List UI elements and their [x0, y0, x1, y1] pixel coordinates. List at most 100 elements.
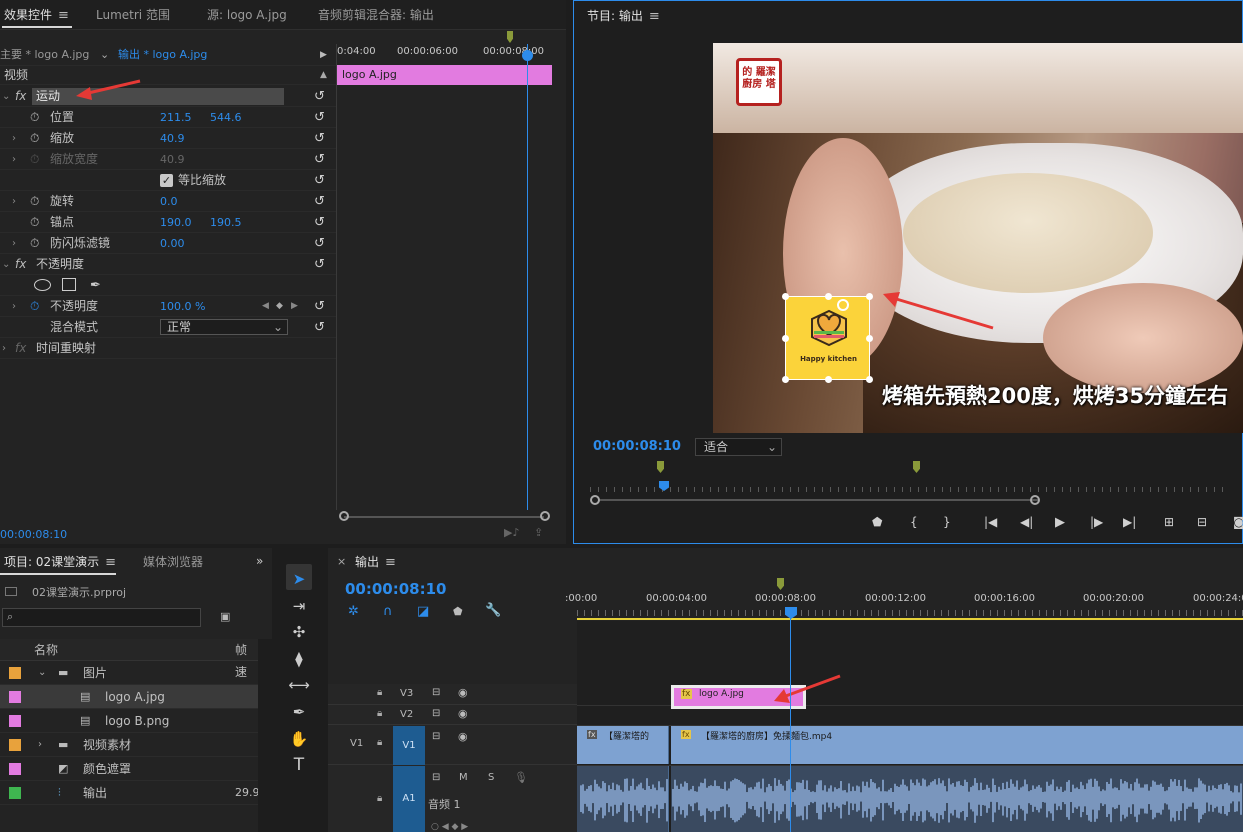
video-clip-2[interactable]: fx 【羅潔塔的廚房】免揉麵包.mp4 — [671, 726, 1243, 764]
step-back-icon[interactable]: ◀| — [1020, 515, 1033, 529]
nest-icon[interactable]: ✲ — [348, 604, 359, 619]
resize-handle[interactable] — [866, 335, 873, 342]
expand-right-icon[interactable]: › — [12, 128, 16, 149]
expand-down-icon[interactable]: ⌄ — [38, 661, 46, 685]
mini-playhead-handle[interactable] — [522, 50, 533, 61]
add-keyframe-icon[interactable]: ◆ — [276, 296, 283, 317]
selection-tool-icon[interactable]: ➤ — [286, 568, 312, 590]
sync-lock-icon[interactable]: ⊟ — [432, 772, 440, 783]
add-marker-icon[interactable]: ⬟ — [872, 515, 882, 529]
tab-sequence[interactable]: 输出 ≡ — [355, 548, 396, 576]
video-clip-1[interactable]: fx 【羅潔塔的 — [577, 726, 669, 764]
keyframe-nav-icon[interactable]: ○ ◀ ◆ ▶ — [431, 822, 468, 832]
tab-lumetri[interactable]: Lumetri 范围 — [96, 0, 170, 30]
tab-source[interactable]: 源: logo A.jpg — [207, 0, 287, 30]
stopwatch-icon[interactable]: ⏱ — [30, 296, 39, 317]
timeline-timecode[interactable]: 00:00:08:10 — [345, 580, 447, 598]
pen-mask-icon[interactable]: ✒ — [90, 275, 101, 296]
reset-icon[interactable]: ↺ — [314, 107, 325, 128]
reset-icon[interactable]: ↺ — [314, 128, 325, 149]
more-panels-icon[interactable]: » — [256, 554, 263, 568]
sync-lock-icon[interactable]: ⊟ — [432, 687, 440, 698]
tab-media-browser[interactable]: 媒体浏览器 — [143, 548, 203, 576]
bin-icon[interactable]: ▣ — [220, 610, 230, 623]
stopwatch-icon[interactable]: ⏱ — [30, 212, 39, 233]
stopwatch-icon[interactable]: ⏱ — [30, 233, 39, 254]
ellipse-mask-icon[interactable] — [34, 279, 51, 291]
lock-icon[interactable]: 🔒︎ — [377, 708, 382, 719]
microphone-icon[interactable]: 🎙︎ — [514, 771, 528, 784]
resize-handle[interactable] — [866, 376, 873, 383]
chevron-down-icon[interactable]: ⌄ — [100, 44, 109, 66]
source-patch-v1[interactable]: V1 — [350, 738, 363, 749]
col-name[interactable]: 名称 — [34, 639, 58, 661]
snap-icon[interactable]: ∩ — [383, 604, 393, 619]
resize-handle[interactable] — [782, 376, 789, 383]
resize-handle[interactable] — [825, 376, 832, 383]
linked-selection-icon[interactable]: ◪ — [417, 604, 429, 619]
expand-right-icon[interactable]: › — [38, 733, 42, 757]
expand-down-icon[interactable]: ⌄ — [2, 254, 10, 275]
project-item[interactable]: ◩ 颜色遮罩 — [0, 757, 258, 781]
marker-icon[interactable] — [507, 31, 513, 43]
mark-out-icon[interactable]: } — [943, 515, 951, 529]
anchor-x-value[interactable]: 190.0 — [160, 212, 192, 233]
timeline-ruler[interactable]: :00:00 00:00:04:00 00:00:08:00 00:00:12:… — [565, 588, 1243, 620]
pen-tool-icon[interactable]: ✒ — [286, 701, 312, 723]
label-color-swatch[interactable] — [9, 715, 21, 727]
project-item[interactable]: ▤ logo A.jpg — [0, 685, 258, 709]
project-item[interactable]: ▤ logo B.png — [0, 709, 258, 733]
program-scrub-bar[interactable] — [590, 461, 1230, 507]
mini-scrollbar[interactable] — [337, 511, 552, 523]
blend-mode-select[interactable]: 正常 ⌄ — [160, 319, 288, 335]
mini-playhead[interactable] — [527, 44, 528, 510]
fx-icon[interactable]: fx — [15, 254, 26, 275]
track-label-v2[interactable]: V2 — [400, 709, 413, 720]
anchor-y-value[interactable]: 190.5 — [210, 212, 242, 233]
marker-icon[interactable] — [913, 461, 920, 473]
time-remap-row[interactable]: › fx 时间重映射 — [0, 338, 336, 359]
label-color-swatch[interactable] — [9, 691, 21, 703]
step-forward-icon[interactable]: |▶ — [1090, 515, 1103, 529]
camera-icon[interactable]: ◙ — [1233, 515, 1243, 529]
track-label-a1[interactable]: A1 — [393, 766, 425, 832]
hand-tool-icon[interactable]: ✋ — [286, 728, 312, 750]
expand-down-icon[interactable]: ⌄ — [2, 86, 10, 107]
stopwatch-icon[interactable]: ⏱ — [30, 128, 39, 149]
lock-icon[interactable]: 🔒︎ — [377, 687, 382, 698]
resize-handle[interactable] — [782, 335, 789, 342]
position-y-value[interactable]: 544.6 — [210, 107, 242, 128]
position-x-value[interactable]: 211.5 — [160, 107, 192, 128]
play-triangle-icon[interactable]: ▶ — [320, 44, 327, 66]
reset-icon[interactable]: ↺ — [314, 317, 325, 338]
menu-icon[interactable]: ≡ — [385, 549, 396, 577]
close-icon[interactable]: × — [337, 555, 346, 568]
stopwatch-icon[interactable]: ⏱ — [30, 107, 39, 128]
track-label-v3[interactable]: V3 — [400, 688, 413, 699]
zoom-handle-right[interactable] — [1030, 495, 1040, 505]
solo-button[interactable]: S — [488, 772, 494, 783]
collapse-up-icon[interactable]: ▲ — [320, 65, 327, 85]
track-label-v1[interactable]: V1 — [393, 726, 425, 765]
label-color-swatch[interactable] — [9, 763, 21, 775]
eye-icon[interactable]: ◉ — [458, 730, 468, 743]
tab-audio-mixer[interactable]: 音频剪辑混合器: 输出 — [318, 0, 434, 30]
sync-lock-icon[interactable]: ⊟ — [432, 731, 440, 742]
zoom-handle-left[interactable] — [590, 495, 600, 505]
play-icon[interactable]: ▶ — [1055, 515, 1065, 530]
add-marker-icon[interactable]: ⬟ — [453, 605, 463, 618]
uniform-scale-checkbox[interactable]: ✓ — [160, 174, 173, 187]
label-color-swatch[interactable] — [9, 739, 21, 751]
menu-icon[interactable]: ≡ — [649, 2, 660, 32]
export-icon[interactable]: ⇪ — [534, 526, 543, 539]
ripple-edit-tool-icon[interactable]: ✣ — [286, 621, 312, 643]
video-frame[interactable]: 的 羅潔 廚房 塔 Happy kitchen 烤箱先預熱200度，烘烤35分鐘… — [713, 43, 1243, 433]
tab-program[interactable]: 节目: 输出 ≡ — [587, 1, 660, 31]
filter-icon[interactable]: ▶♪ — [504, 526, 519, 539]
wrench-icon[interactable]: 🔧 — [485, 603, 501, 618]
sync-lock-icon[interactable]: ⊟ — [432, 708, 440, 719]
expand-right-icon[interactable]: › — [12, 191, 16, 212]
anchor-point-icon[interactable] — [837, 299, 849, 311]
reset-icon[interactable]: ↺ — [314, 170, 325, 191]
project-scrollbar[interactable] — [258, 639, 272, 832]
